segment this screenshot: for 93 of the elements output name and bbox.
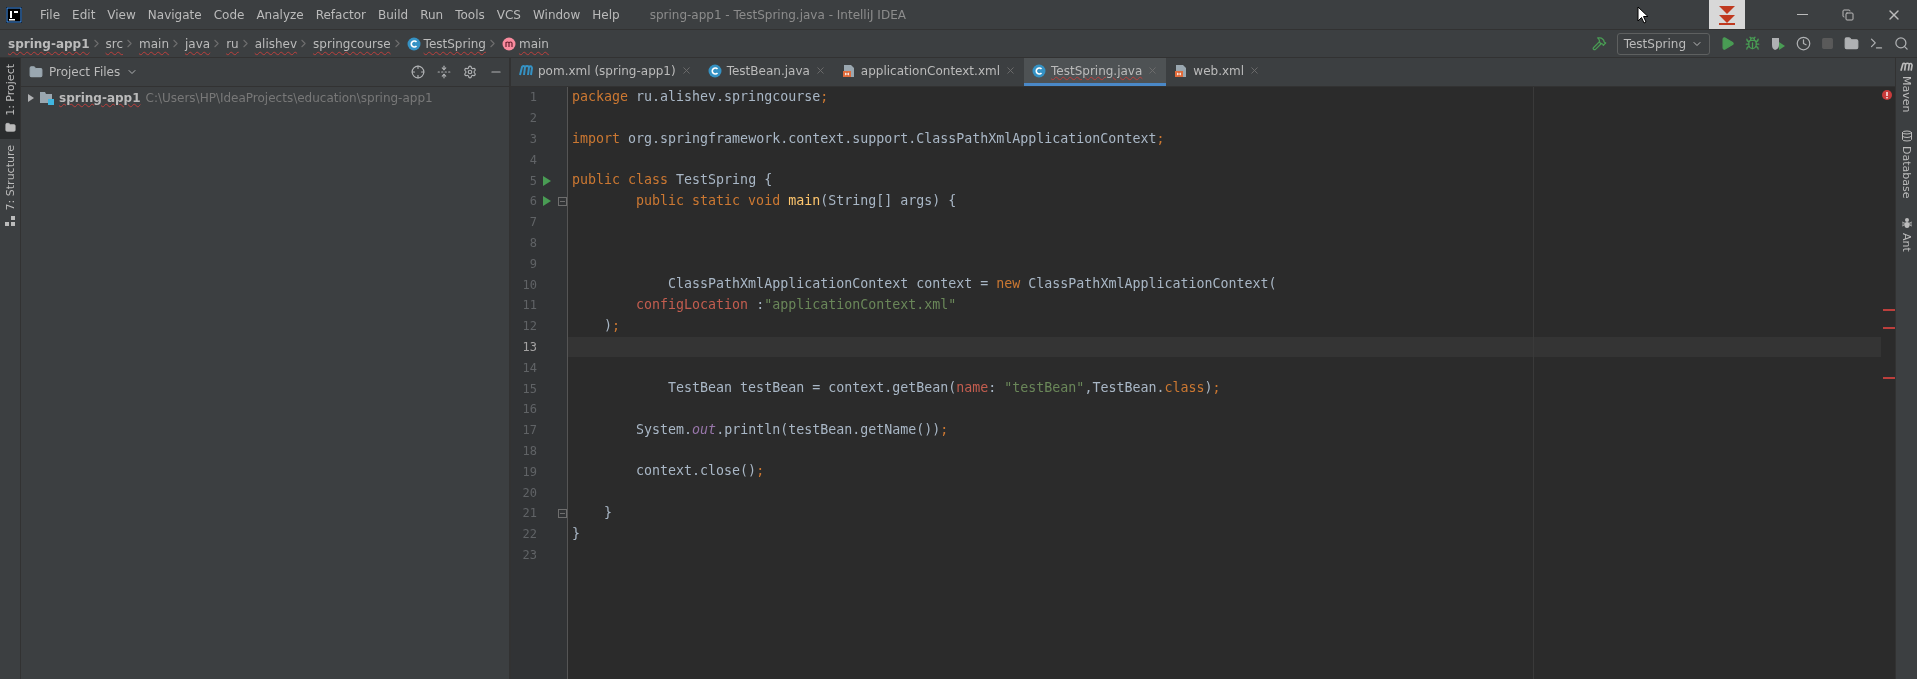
error-marker[interactable] <box>1883 377 1895 379</box>
menu-item[interactable]: Window <box>526 7 587 22</box>
editor-tab[interactable]: web.xml <box>1166 58 1269 86</box>
code-line: configLocation :"applicationContext.xml" <box>635 296 957 312</box>
run-icon[interactable] <box>543 196 551 207</box>
editor-tab[interactable]: TestBean.java <box>699 58 834 86</box>
run-configuration-dropdown[interactable]: TestSpring <box>1616 32 1710 55</box>
path-text: C:\Users\HP\IdeaProjects\education\spring-app1 <box>145 91 433 105</box>
double-chevron-icon <box>1717 3 1737 26</box>
fold-icon[interactable] <box>558 196 567 206</box>
collapse-icon[interactable] <box>437 65 451 79</box>
tool-window-tab[interactable]: Maven <box>1900 62 1913 113</box>
menu-item[interactable]: Refactor <box>309 7 373 22</box>
run-icon[interactable] <box>1720 36 1735 51</box>
code-line: } <box>603 504 613 520</box>
code-line: public static void main(String[] args) { <box>635 193 957 208</box>
code-line: ClassPathXmlApplicationContext context = new ClassPathXmlApplicationContext( <box>667 276 1277 292</box>
cursor-icon <box>1637 5 1649 24</box>
close-icon[interactable] <box>814 65 826 76</box>
editor-tab[interactable]: applicationContext.xml <box>833 58 1024 86</box>
code-line: } <box>572 525 580 541</box>
menu-item[interactable]: Navigate <box>141 7 208 22</box>
code-line: package ru.alishev.springcourse; <box>572 89 829 104</box>
code-line: System.out.println(testBean.getName()); <box>635 421 949 437</box>
method-icon <box>501 36 516 51</box>
breadcrumb[interactable]: alishev <box>254 36 298 51</box>
class-icon <box>1032 63 1046 78</box>
code-line: public class TestSpring { <box>572 172 773 188</box>
run-icon[interactable] <box>543 175 551 186</box>
bug-icon <box>1900 217 1913 229</box>
tree-item[interactable]: spring-app1 <box>59 91 141 105</box>
editor-tab[interactable]: TestSpring.java <box>1024 58 1167 86</box>
class-icon <box>406 36 421 51</box>
database-icon <box>1900 130 1913 143</box>
breadcrumb[interactable]: java <box>185 36 211 51</box>
menu-item[interactable]: Edit <box>66 7 102 22</box>
code-line: ); <box>603 317 621 333</box>
menu-item[interactable]: Tools <box>449 7 491 22</box>
error-icon[interactable] <box>1882 90 1892 100</box>
restore-icon <box>1842 8 1854 21</box>
breadcrumb[interactable]: ru <box>226 36 239 51</box>
menu-item[interactable]: Run <box>414 7 450 22</box>
class-icon <box>707 63 722 78</box>
recorder-button[interactable] <box>1709 0 1745 29</box>
locate-icon[interactable] <box>411 65 425 79</box>
panel-title[interactable]: Project Files <box>49 65 121 79</box>
maven-icon <box>1900 62 1913 72</box>
code-line: context.close(); <box>635 463 765 479</box>
breadcrumb[interactable]: spring-app1 <box>8 36 90 51</box>
xml-file-icon <box>841 63 856 78</box>
menu-item[interactable]: File <box>34 7 67 22</box>
editor-tab[interactable]: pom.xml (spring-app1) <box>511 58 700 86</box>
menu-item[interactable]: Build <box>372 7 415 22</box>
settings-icon[interactable] <box>463 65 477 79</box>
terminal-icon[interactable] <box>1869 36 1884 51</box>
module-folder-icon <box>40 91 54 105</box>
search-icon[interactable] <box>1894 36 1909 51</box>
window-title: spring-app1 - TestSpring.java - IntelliJ IDEA <box>649 7 907 22</box>
error-marker[interactable] <box>1883 309 1895 311</box>
close-icon[interactable] <box>1249 65 1261 76</box>
tool-window-tab[interactable]: 7: Structure <box>0 138 20 233</box>
folder-icon <box>29 65 43 79</box>
minimize-icon <box>1796 14 1808 15</box>
menu-item[interactable]: Help <box>586 7 626 22</box>
breadcrumb[interactable]: main <box>518 36 549 51</box>
structure-icon <box>5 216 15 227</box>
fold-icon[interactable] <box>558 508 567 518</box>
error-marker[interactable] <box>1883 327 1895 329</box>
code-line: TestBean testBean = context.getBean(name: "testBean",TestBean.class); <box>667 380 1221 396</box>
line-number: 13 <box>521 339 537 354</box>
tool-window-tab[interactable]: Database <box>1900 130 1913 199</box>
coverage-icon[interactable] <box>1770 35 1786 52</box>
menu-item[interactable]: Code <box>207 7 251 22</box>
tool-window-tab[interactable]: Ant <box>1900 217 1913 252</box>
breadcrumb[interactable]: src <box>105 36 124 51</box>
folder-icon <box>4 121 16 133</box>
close-icon[interactable] <box>1005 65 1016 76</box>
app-logo-icon <box>6 6 22 23</box>
breadcrumb[interactable]: springcourse <box>313 36 391 51</box>
project-structure-icon[interactable] <box>1844 36 1859 51</box>
caret-right-icon[interactable] <box>27 94 35 102</box>
menu-item[interactable]: Analyze <box>250 7 310 22</box>
hammer-icon[interactable] <box>1591 36 1607 51</box>
close-icon[interactable] <box>680 65 692 76</box>
code-line: import org.springframework.context.support.ClassPathXmlApplicationContext; <box>572 130 1165 146</box>
menu-item[interactable]: VCS <box>490 7 527 22</box>
xml-file-icon <box>1174 63 1189 78</box>
breadcrumb[interactable]: TestSpring <box>423 36 486 51</box>
profiler-icon[interactable] <box>1796 36 1811 51</box>
breadcrumb[interactable]: main <box>139 36 170 51</box>
menu-item[interactable]: View <box>101 7 142 22</box>
bug-icon[interactable] <box>1745 36 1760 51</box>
tool-window-tab[interactable]: 1: Project <box>0 58 20 139</box>
